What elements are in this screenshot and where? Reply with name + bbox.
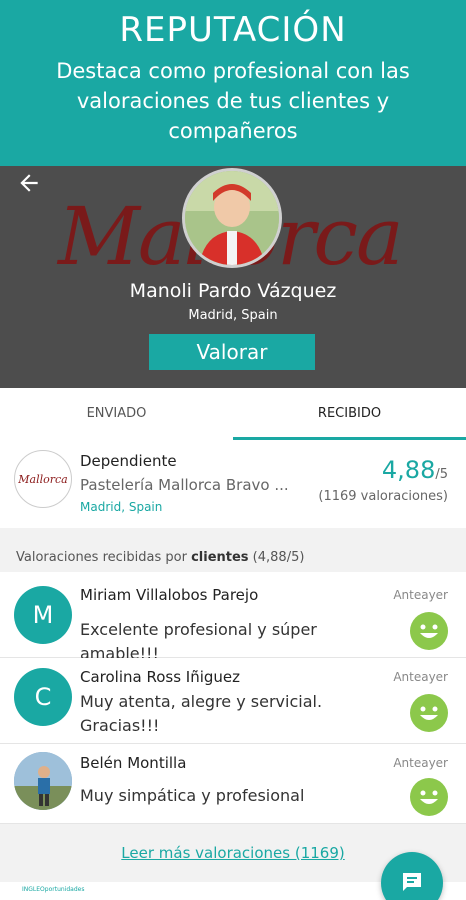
reviewer-name: Belén Montilla (80, 754, 187, 772)
profile-location: Madrid, Spain (188, 308, 278, 323)
section-suffix: (4,88/5) (248, 550, 305, 565)
review-text: Muy simpática y profesional (80, 786, 305, 805)
review-date: Anteayer (393, 756, 448, 770)
profile-name: Manoli Pardo Vázquez (129, 280, 337, 302)
job-location: Madrid, Spain (80, 500, 163, 514)
score-denominator: /5 (435, 467, 448, 482)
company-logo: Mallorca (14, 450, 72, 508)
happy-face-icon (410, 778, 448, 816)
review-date: Anteayer (393, 588, 448, 602)
reviewer-name: Carolina Ross Iñiguez (80, 668, 241, 686)
tab-bar: ENVIADO RECIBIDO (0, 388, 466, 440)
profile-avatar (182, 168, 282, 268)
tab-sent[interactable]: ENVIADO (0, 388, 233, 440)
promo-banner: REPUTACIÓN Destaca como profesional con … (0, 0, 466, 166)
review-date: Anteayer (393, 670, 448, 684)
tab-received[interactable]: RECIBIDO (233, 388, 466, 440)
job-title: Dependiente (80, 452, 177, 470)
brand-mini-logo: INGLEOportunidades (22, 886, 85, 893)
reviewer-photo (14, 752, 72, 810)
review-text: Muy atenta, alegre y servicial. Gracias!… (80, 692, 323, 735)
section-highlight: clientes (191, 550, 249, 565)
chat-icon (400, 870, 424, 898)
reviewer-avatar: C (14, 668, 72, 726)
review-item[interactable]: M Miriam Villalobos Parejo Anteayer Exce… (0, 572, 466, 663)
review-item[interactable]: Belén Montilla Anteayer Muy simpática y … (0, 744, 466, 824)
happy-face-icon (410, 612, 448, 650)
happy-face-icon (410, 694, 448, 732)
score-value: 4,88 (381, 456, 436, 484)
job-card[interactable]: Mallorca Dependiente Pastelería Mallorca… (0, 442, 466, 528)
score: 4,88/5 (382, 456, 448, 484)
back-arrow-icon[interactable] (16, 170, 44, 198)
reviewer-name: Miriam Villalobos Parejo (80, 586, 259, 604)
reviewer-avatar: M (14, 586, 72, 644)
review-item[interactable]: C Carolina Ross Iñiguez Anteayer Muy ate… (0, 658, 466, 744)
reviews-section-label: Valoraciones recibidas por clientes (4,8… (16, 550, 304, 565)
reviews-section-header: Valoraciones recibidas por clientes (4,8… (0, 528, 466, 572)
rating-count: (1169 valoraciones) (318, 489, 448, 504)
section-prefix: Valoraciones recibidas por (16, 550, 192, 565)
profile-header: Mallorca Manoli Pardo Vázquez Madrid, Sp… (0, 166, 466, 388)
job-company: Pastelería Mallorca Bravo ... (80, 476, 289, 494)
promo-title: REPUTACIÓN (119, 10, 347, 50)
promo-subtitle: Destaca como profesional con las valorac… (56, 59, 410, 143)
rate-button[interactable]: Valorar (149, 334, 315, 370)
